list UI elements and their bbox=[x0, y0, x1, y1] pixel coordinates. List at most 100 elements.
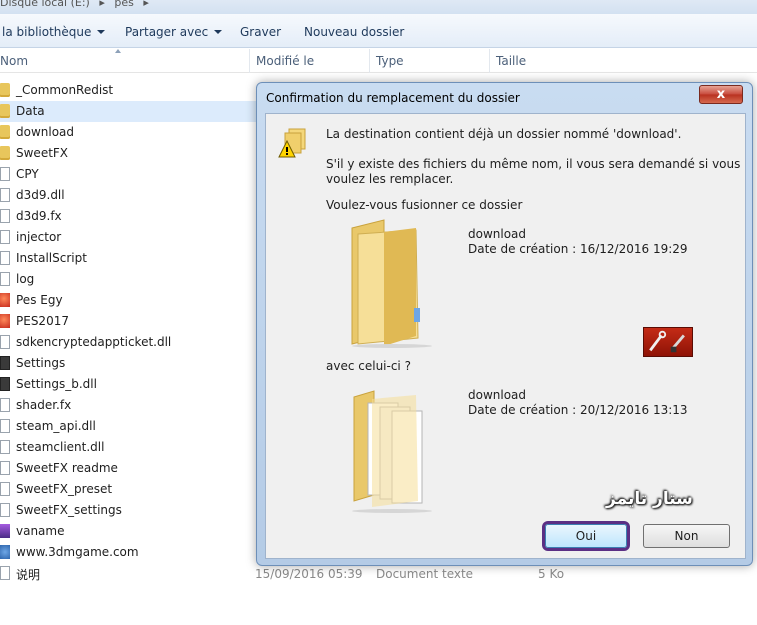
file-row[interactable]: d3d9.fx bbox=[0, 206, 260, 227]
file-name: steam_api.dll bbox=[16, 419, 96, 433]
file-icon bbox=[0, 503, 10, 517]
close-button[interactable]: x bbox=[699, 85, 743, 104]
share-with-menu[interactable]: Partager avec bbox=[125, 25, 223, 39]
existing-folder-name: download bbox=[468, 227, 527, 241]
existing-folder-info: download Date de création : 16/12/2016 1… bbox=[468, 227, 688, 257]
file-name: injector bbox=[16, 230, 62, 244]
file-name: log bbox=[16, 272, 35, 286]
file-icon bbox=[0, 167, 10, 181]
file-row[interactable]: injector bbox=[0, 227, 260, 248]
file-name: PES2017 bbox=[16, 314, 69, 328]
file-name: Data bbox=[16, 104, 45, 118]
incoming-folder-date: Date de création : 20/12/2016 13:13 bbox=[468, 403, 688, 417]
column-separator[interactable] bbox=[369, 49, 370, 73]
merge-question: Voulez-vous fusionner ce dossier bbox=[326, 198, 523, 212]
file-name: steamclient.dll bbox=[16, 440, 105, 454]
column-type[interactable]: Type bbox=[376, 54, 404, 68]
include-in-library-menu[interactable]: la bibliothèque bbox=[2, 25, 106, 39]
breadcrumb[interactable]: Disque local (E:) ▸ pes ▸ bbox=[0, 0, 155, 9]
file-row[interactable]: Settings_b.dll bbox=[0, 374, 260, 395]
file-name: Settings_b.dll bbox=[16, 377, 97, 391]
folder-icon bbox=[0, 125, 10, 139]
file-name: _CommonRedist bbox=[16, 83, 114, 97]
file-name: www.3dmgame.com bbox=[16, 545, 139, 559]
file-row[interactable]: log bbox=[0, 269, 260, 290]
dll-icon bbox=[0, 419, 10, 433]
file-name: Settings bbox=[16, 356, 66, 370]
file-row[interactable]: Pes Egy bbox=[0, 290, 260, 311]
gear-icon bbox=[0, 377, 10, 391]
burn-button[interactable]: Graver bbox=[240, 25, 281, 39]
file-row[interactable]: SweetFX_preset bbox=[0, 479, 260, 500]
incoming-folder-info: download Date de création : 20/12/2016 1… bbox=[468, 388, 688, 418]
incoming-folder-icon[interactable] bbox=[344, 385, 444, 515]
column-separator[interactable] bbox=[489, 49, 490, 73]
file-row[interactable]: SweetFX bbox=[0, 143, 260, 164]
chevron-down-icon bbox=[97, 30, 106, 34]
file-row[interactable]: Settings bbox=[0, 353, 260, 374]
replace-folder-dialog: Confirmation du remplacement du dossier … bbox=[256, 82, 753, 566]
column-name[interactable]: Nom bbox=[0, 54, 28, 68]
file-row[interactable]: Data bbox=[0, 101, 260, 122]
column-separator[interactable] bbox=[249, 49, 250, 73]
breadcrumb-drive[interactable]: Disque local (E:) bbox=[0, 0, 90, 9]
breadcrumb-folder[interactable]: pes bbox=[114, 0, 133, 9]
address-bar[interactable]: Disque local (E:) ▸ pes ▸ bbox=[0, 0, 757, 14]
folder-icon bbox=[0, 83, 10, 97]
no-button[interactable]: Non bbox=[643, 524, 730, 548]
file-icon bbox=[0, 209, 10, 223]
dialog-message-line2: S'il y existe des fichiers du même nom, … bbox=[326, 157, 741, 186]
file-row[interactable]: PES2017 bbox=[0, 311, 260, 332]
breadcrumb-separator: ▸ bbox=[99, 0, 105, 9]
with-this-label: avec celui-ci ? bbox=[326, 359, 411, 373]
wrench-screwdriver-icon bbox=[643, 327, 693, 357]
file-icon bbox=[0, 566, 10, 580]
file-name: CPY bbox=[16, 167, 39, 181]
file-name: download bbox=[16, 125, 75, 139]
warning-folder-icon bbox=[278, 128, 306, 158]
file-row[interactable]: 说明 bbox=[0, 563, 260, 584]
file-row[interactable]: shader.fx bbox=[0, 395, 260, 416]
yes-button[interactable]: Oui bbox=[545, 524, 627, 548]
app-icon bbox=[0, 314, 10, 328]
file-name: InstallScript bbox=[16, 251, 87, 265]
file-name: Pes Egy bbox=[16, 293, 63, 307]
column-headers: Nom Modifié le Type Taille bbox=[0, 49, 757, 73]
incoming-folder-name: download bbox=[468, 388, 527, 402]
file-row[interactable]: sdkencryptedappticket.dll bbox=[0, 332, 260, 353]
app-icon bbox=[0, 293, 10, 307]
file-icon bbox=[0, 230, 10, 244]
file-row[interactable]: CPY bbox=[0, 164, 260, 185]
toolbar: la bibliothèque Partager avec Graver Nou… bbox=[0, 14, 757, 48]
dialog-body: La destination contient déjà un dossier … bbox=[265, 113, 746, 559]
file-row[interactable]: steam_api.dll bbox=[0, 416, 260, 437]
file-row[interactable]: d3d9.dll bbox=[0, 185, 260, 206]
file-row[interactable]: steamclient.dll bbox=[0, 437, 260, 458]
dll-icon bbox=[0, 440, 10, 454]
dll-icon bbox=[0, 335, 10, 349]
file-name: d3d9.dll bbox=[16, 188, 65, 202]
file-name: SweetFX_settings bbox=[16, 503, 122, 517]
file-name: vaname bbox=[16, 524, 65, 538]
column-size[interactable]: Taille bbox=[496, 54, 526, 68]
bitmap-icon bbox=[0, 524, 10, 538]
file-row[interactable]: vaname bbox=[0, 521, 260, 542]
existing-folder-icon[interactable] bbox=[344, 218, 444, 348]
file-row[interactable]: _CommonRedist bbox=[0, 80, 260, 101]
column-modified[interactable]: Modifié le bbox=[256, 54, 314, 68]
file-name: d3d9.fx bbox=[16, 209, 62, 223]
script-icon bbox=[0, 251, 10, 265]
sort-ascending-icon bbox=[115, 49, 121, 53]
new-folder-button[interactable]: Nouveau dossier bbox=[304, 25, 404, 39]
file-name: shader.fx bbox=[16, 398, 72, 412]
breadcrumb-separator: ▸ bbox=[143, 0, 149, 9]
watermark: ستار تايمز bbox=[606, 489, 693, 509]
file-row[interactable]: SweetFX readme bbox=[0, 458, 260, 479]
web-icon bbox=[0, 545, 10, 559]
tools-glyph bbox=[649, 330, 685, 353]
file-icon bbox=[0, 272, 10, 286]
file-row[interactable]: SweetFX_settings bbox=[0, 500, 260, 521]
file-row[interactable]: InstallScript bbox=[0, 248, 260, 269]
file-row[interactable]: www.3dmgame.com bbox=[0, 542, 260, 563]
file-row[interactable]: download bbox=[0, 122, 260, 143]
